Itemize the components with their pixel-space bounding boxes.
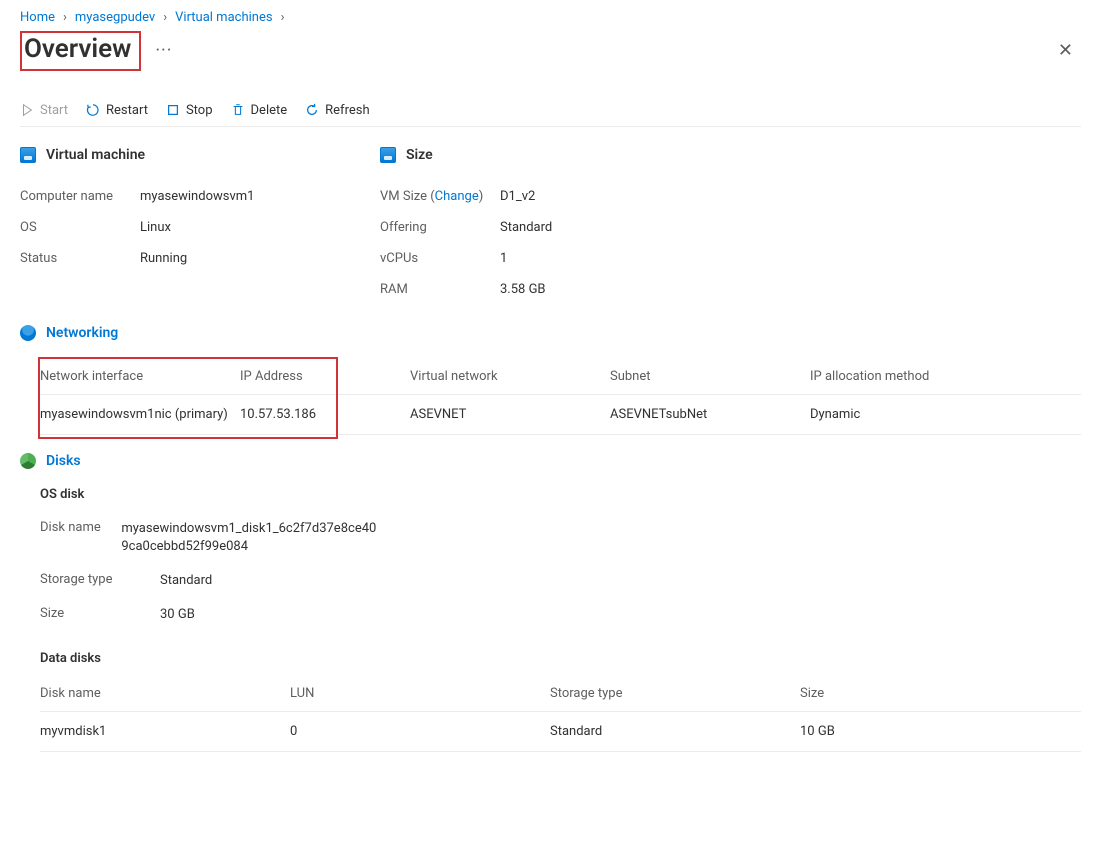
data-disk-storage: Standard [550,711,800,751]
col-subnet: Subnet [610,359,810,395]
play-icon [20,103,34,117]
status-value: Running [140,251,187,266]
subnet-value: ASEVNETsubNet [610,394,810,434]
refresh-button[interactable]: Refresh [305,103,369,118]
networking-icon [20,325,36,341]
os-row: OS Linux [20,212,380,243]
os-disk-name-value: myasewindowsvm1_disk1_6c2f7d37e8ce409ca0… [121,520,380,556]
command-bar: Start Restart Stop Delete Refresh [20,95,1081,127]
vm-icon [20,147,36,163]
offering-value: Standard [500,220,552,235]
col-lun: LUN [290,676,550,712]
vm-size-value: D1_v2 [500,189,535,204]
close-button[interactable]: ✕ [1050,36,1081,65]
breadcrumb-resource[interactable]: myasegpudev [75,10,155,25]
networking-table: Network interface IP Address Virtual net… [40,359,1081,435]
ram-row: RAM 3.58 GB [380,274,1081,305]
os-disk-heading: OS disk [40,487,1081,502]
os-disk-storage-value: Standard [160,572,212,590]
data-disk-name: myvmdisk1 [40,711,290,751]
stop-icon [166,103,180,117]
change-size-link[interactable]: Change [435,189,479,204]
table-row[interactable]: myasewindowsvm1nic (primary) 10.57.53.18… [40,394,1081,434]
more-actions-button[interactable]: ··· [155,40,172,61]
os-disk-name-row: Disk name myasewindowsvm1_disk1_6c2f7d37… [20,512,380,564]
data-disks-heading: Data disks [40,651,1081,666]
chevron-right-icon: › [281,10,285,25]
computer-name-value: myasewindowsvm1 [140,189,254,204]
networking-heading[interactable]: Networking [20,325,1081,341]
vcpus-row: vCPUs 1 [380,243,1081,274]
os-disk-size-row: Size 30 GB [20,598,380,632]
alloc-value: Dynamic [810,394,1081,434]
status-row: Status Running [20,243,380,274]
col-vnet: Virtual network [410,359,610,395]
os-disk-size-value: 30 GB [160,606,195,624]
restart-icon [86,103,100,117]
ram-value: 3.58 GB [500,282,546,297]
table-row[interactable]: myvmdisk1 0 Standard 10 GB [40,711,1081,751]
chevron-right-icon: › [163,10,167,25]
size-icon [380,147,396,163]
col-storage-type: Storage type [550,676,800,712]
os-disk-storage-row: Storage type Standard [20,564,380,598]
disks-icon [20,453,36,469]
data-disk-lun: 0 [290,711,550,751]
col-ip: IP Address [240,359,410,395]
offering-row: Offering Standard [380,212,1081,243]
page-title: Overview [20,31,141,71]
vcpus-value: 1 [500,251,507,266]
disks-heading[interactable]: Disks [20,453,1081,469]
vm-section-heading: Virtual machine [20,147,380,163]
col-alloc: IP allocation method [810,359,1081,395]
data-disk-size: 10 GB [800,711,1081,751]
ip-value: 10.57.53.186 [240,394,410,434]
breadcrumb-home[interactable]: Home [20,10,55,25]
start-button: Start [20,103,68,118]
computer-name-row: Computer name myasewindowsvm1 [20,181,380,212]
data-disks-table: Disk name LUN Storage type Size myvmdisk… [40,676,1081,752]
col-size: Size [800,676,1081,712]
chevron-right-icon: › [63,10,67,25]
col-disk-name: Disk name [40,676,290,712]
restart-button[interactable]: Restart [86,103,148,118]
nic-value: myasewindowsvm1nic (primary) [40,394,240,434]
delete-icon [231,103,245,117]
stop-button[interactable]: Stop [166,103,213,118]
breadcrumb: Home › myasegpudev › Virtual machines › [20,8,1081,31]
vnet-value: ASEVNET [410,394,610,434]
delete-button[interactable]: Delete [231,103,288,118]
breadcrumb-vms[interactable]: Virtual machines [175,10,272,25]
size-section-heading: Size [380,147,1081,163]
refresh-icon [305,103,319,117]
vm-size-row: VM Size (Change) D1_v2 [380,181,1081,212]
col-nic: Network interface [40,359,240,395]
os-value: Linux [140,220,171,235]
